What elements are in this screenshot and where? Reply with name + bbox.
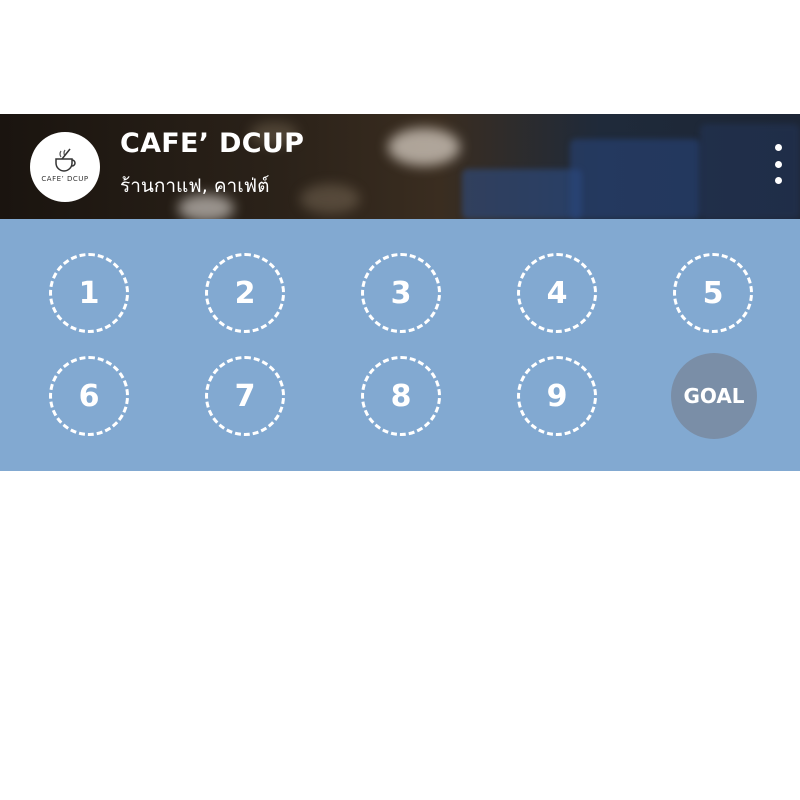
stamp-slot-7[interactable]: 7	[205, 356, 285, 436]
backdrop-window	[570, 139, 700, 219]
more-vertical-icon	[774, 177, 782, 184]
stamp-grid: 1 2 3 4 5 6 7 8 9 GOAL	[0, 219, 800, 471]
backdrop-window	[462, 169, 582, 219]
stamp-slot-5[interactable]: 5	[673, 253, 753, 333]
stamp-card: CAFE’ DCUP CAFE’ DCUP ร้านกาแฟ, คาเฟ่ต์ …	[0, 114, 800, 471]
shop-category: ร้านกาแฟ, คาเฟ่ต์	[120, 175, 270, 197]
stamp-slot-1[interactable]: 1	[49, 253, 129, 333]
backdrop-light	[300, 184, 360, 214]
coffee-cup-icon	[55, 148, 76, 172]
goal-stamp[interactable]: GOAL	[671, 353, 757, 439]
backdrop-light	[388, 128, 460, 166]
more-vertical-icon	[774, 160, 782, 168]
stamp-slot-9[interactable]: 9	[517, 356, 597, 436]
stamp-slot-2[interactable]: 2	[205, 253, 285, 333]
stamp-slot-6[interactable]: 6	[49, 356, 129, 436]
card-header: CAFE’ DCUP CAFE’ DCUP ร้านกาแฟ, คาเฟ่ต์	[0, 114, 800, 219]
logo-text: CAFE’ DCUP	[41, 175, 89, 183]
stamp-slot-3[interactable]: 3	[361, 253, 441, 333]
more-vertical-icon	[774, 144, 782, 151]
shop-name: CAFE’ DCUP	[120, 128, 305, 159]
stamp-slot-4[interactable]: 4	[517, 253, 597, 333]
shop-logo: CAFE’ DCUP	[30, 132, 100, 202]
stamp-slot-8[interactable]: 8	[361, 356, 441, 436]
more-menu-button[interactable]	[768, 144, 788, 184]
